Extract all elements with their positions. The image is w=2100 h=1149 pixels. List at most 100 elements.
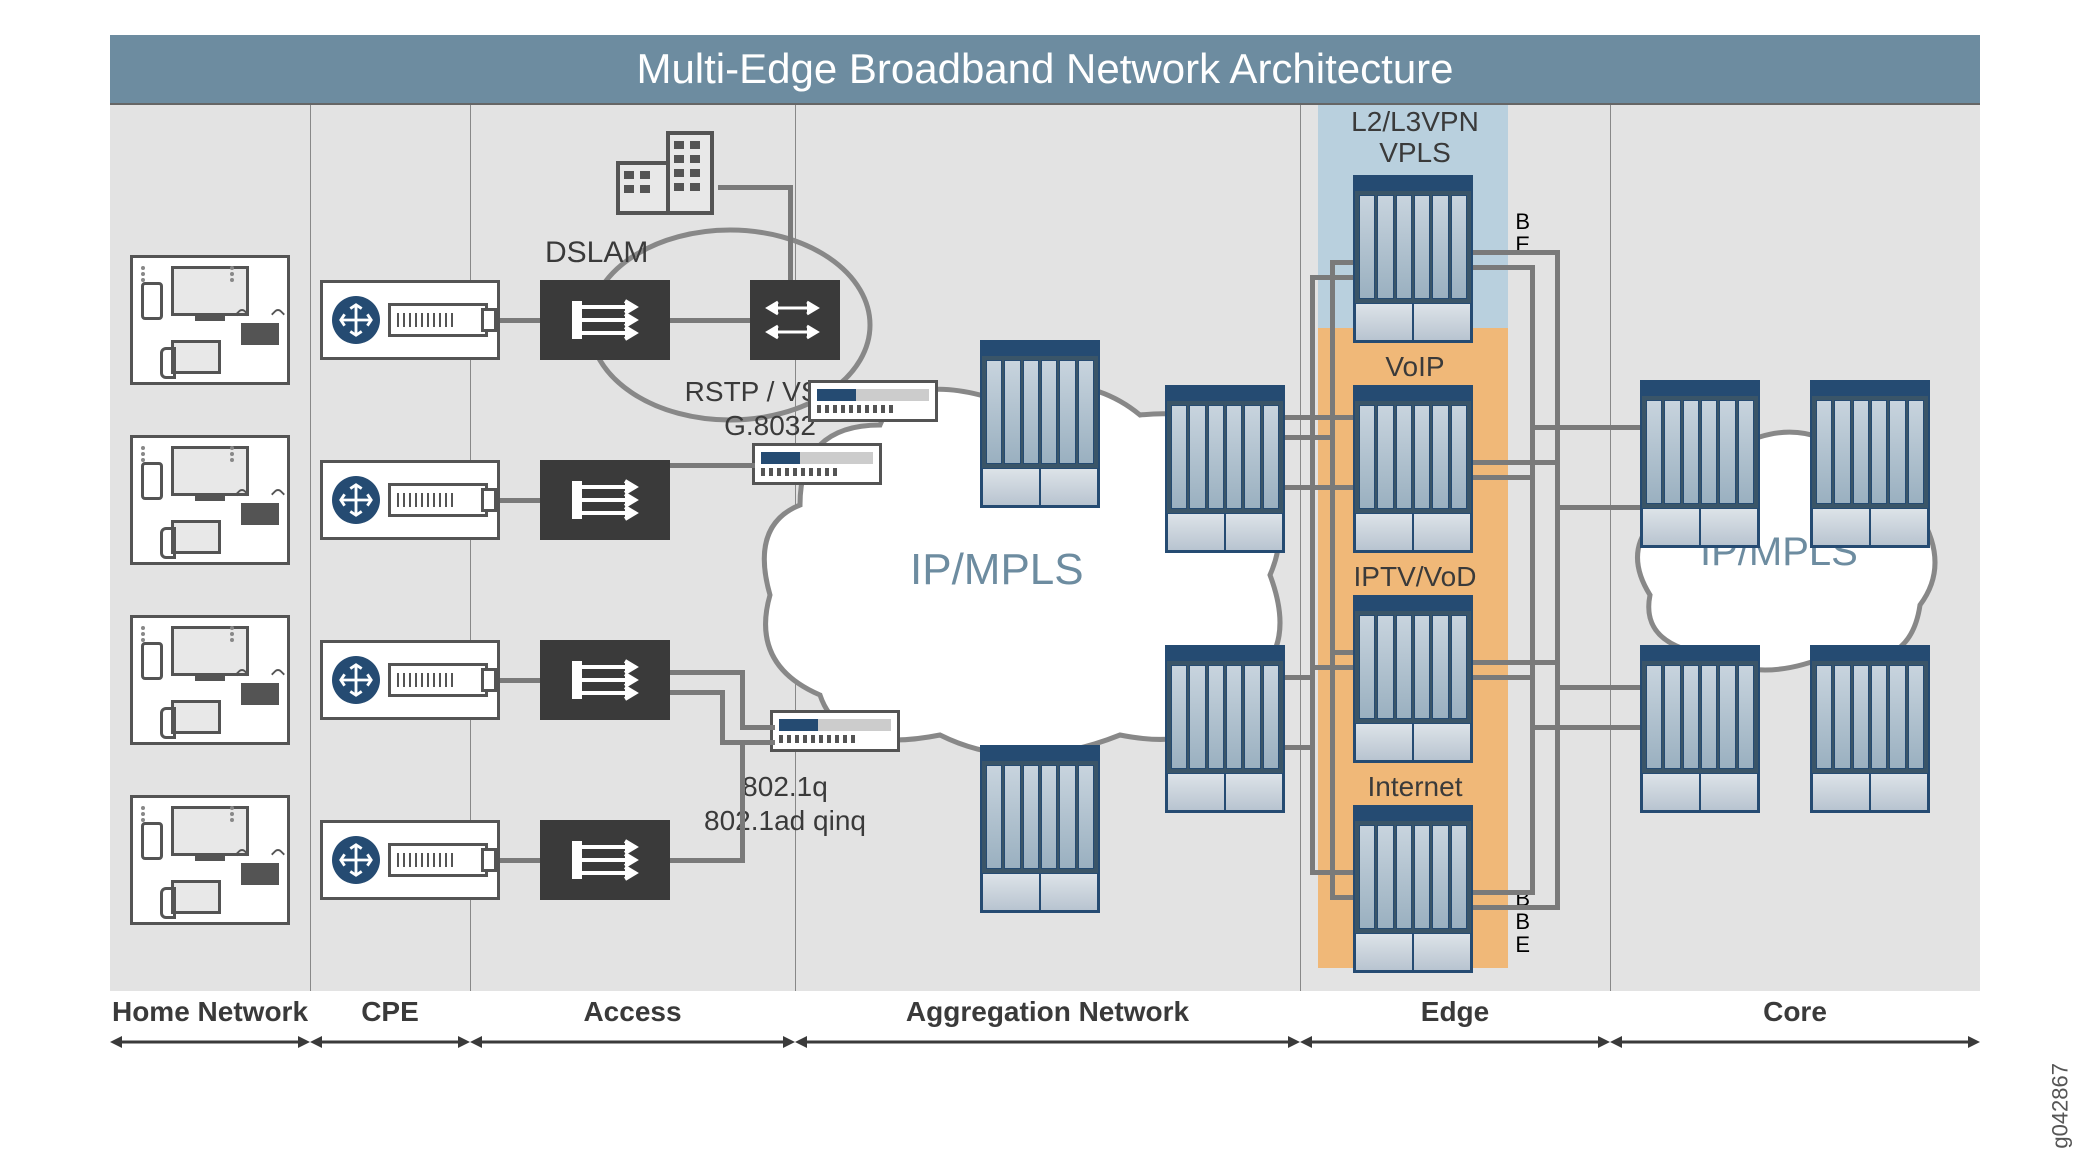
dslam-device bbox=[540, 640, 670, 720]
link bbox=[720, 690, 725, 745]
router-chassis-core bbox=[1640, 645, 1760, 813]
switch-device bbox=[750, 280, 840, 360]
link bbox=[1285, 745, 1315, 750]
section-home: Home Network bbox=[110, 996, 310, 1028]
section-arrow bbox=[1610, 1033, 1980, 1051]
monitor-icon bbox=[171, 266, 249, 316]
link bbox=[1330, 895, 1353, 900]
divider bbox=[1610, 105, 1611, 991]
link bbox=[1310, 275, 1315, 870]
link bbox=[1285, 415, 1353, 420]
link bbox=[500, 858, 540, 863]
section-arrow bbox=[110, 1033, 310, 1051]
link bbox=[740, 725, 775, 730]
section-aggregation: Aggregation Network bbox=[795, 996, 1300, 1028]
dslam-device bbox=[540, 820, 670, 900]
modem-icon bbox=[388, 303, 488, 337]
link bbox=[1285, 675, 1315, 680]
link bbox=[670, 670, 745, 675]
section-arrow bbox=[1300, 1033, 1610, 1051]
link bbox=[1285, 435, 1330, 440]
router-chassis bbox=[980, 340, 1100, 508]
link bbox=[1330, 260, 1353, 265]
cpe-device bbox=[320, 820, 500, 900]
router-chassis-core bbox=[1810, 645, 1930, 813]
reference-id: g042867 bbox=[2048, 1063, 2074, 1149]
section-edge: Edge bbox=[1300, 996, 1610, 1028]
router-chassis-core bbox=[1810, 380, 1930, 548]
link bbox=[500, 678, 540, 683]
link bbox=[500, 318, 540, 323]
link bbox=[1473, 890, 1533, 895]
home-network-device-group bbox=[130, 435, 290, 565]
home-network-device-group bbox=[130, 615, 290, 745]
diagram-body: BE BBE IP/MPLS IP/MPLS DSLAM bbox=[110, 103, 1980, 991]
link bbox=[1530, 425, 1640, 430]
service-label-internet: Internet bbox=[1325, 771, 1505, 803]
smartphone-icon bbox=[141, 282, 163, 320]
section-cpe: CPE bbox=[310, 996, 470, 1028]
dslam-device bbox=[540, 460, 670, 540]
link bbox=[670, 318, 750, 323]
link bbox=[740, 745, 745, 863]
link bbox=[1530, 265, 1535, 895]
service-label-iptv: IPTV/VoD bbox=[1325, 561, 1505, 593]
link bbox=[1473, 905, 1555, 910]
router-chassis-be bbox=[1353, 175, 1473, 343]
edge-zone-label: L2/L3VPN VPLS bbox=[1325, 107, 1505, 169]
link bbox=[1473, 475, 1533, 480]
home-network-device-group bbox=[130, 795, 290, 925]
link bbox=[1530, 725, 1640, 730]
dslam-device bbox=[540, 280, 670, 360]
link bbox=[1473, 675, 1533, 680]
link bbox=[1473, 660, 1555, 665]
wifi-ap-icon bbox=[241, 323, 279, 345]
cloud-label-ipmpls: IP/MPLS bbox=[910, 545, 1084, 595]
section-labels-row: Home Network CPE Access Aggregation Netw… bbox=[110, 991, 1980, 1056]
router-chassis-core bbox=[1640, 380, 1760, 548]
dot1q-label: 802.1q802.1ad qinq bbox=[685, 770, 885, 837]
router-chassis-iptv bbox=[1353, 595, 1473, 763]
link bbox=[1555, 505, 1640, 510]
link bbox=[1473, 265, 1533, 270]
msan-device bbox=[808, 380, 938, 422]
link bbox=[1555, 250, 1560, 910]
cpe-device bbox=[320, 640, 500, 720]
router-icon bbox=[332, 296, 380, 344]
section-arrow bbox=[470, 1033, 795, 1051]
router-chassis-voip bbox=[1353, 385, 1473, 553]
ip-phone-icon bbox=[171, 340, 221, 374]
link bbox=[1285, 485, 1353, 490]
link bbox=[740, 670, 745, 725]
divider bbox=[310, 105, 311, 991]
link bbox=[1473, 250, 1555, 255]
section-access: Access bbox=[470, 996, 795, 1028]
home-network-device-group bbox=[130, 255, 290, 385]
link bbox=[670, 463, 755, 468]
link bbox=[670, 690, 725, 695]
link bbox=[788, 185, 793, 280]
link bbox=[1555, 685, 1640, 690]
link bbox=[670, 858, 745, 863]
cpe-device bbox=[320, 460, 500, 540]
link bbox=[1473, 460, 1555, 465]
diagram-title: Multi-Edge Broadband Network Architectur… bbox=[110, 35, 1980, 103]
building-icon bbox=[610, 123, 720, 218]
dslam-label: DSLAM bbox=[545, 235, 648, 271]
section-arrow bbox=[795, 1033, 1300, 1051]
link bbox=[718, 185, 788, 190]
link bbox=[500, 498, 540, 503]
msan-device bbox=[770, 710, 900, 752]
section-arrow bbox=[310, 1033, 470, 1051]
service-label-voip: VoIP bbox=[1325, 351, 1505, 383]
router-chassis bbox=[980, 745, 1100, 913]
link bbox=[1330, 260, 1335, 900]
router-chassis bbox=[1165, 385, 1285, 553]
cpe-device bbox=[320, 280, 500, 360]
router-chassis-internet bbox=[1353, 805, 1473, 973]
divider bbox=[1300, 105, 1301, 991]
link bbox=[1330, 650, 1353, 655]
msan-device bbox=[752, 443, 882, 485]
link bbox=[720, 740, 775, 745]
section-core: Core bbox=[1610, 996, 1980, 1028]
